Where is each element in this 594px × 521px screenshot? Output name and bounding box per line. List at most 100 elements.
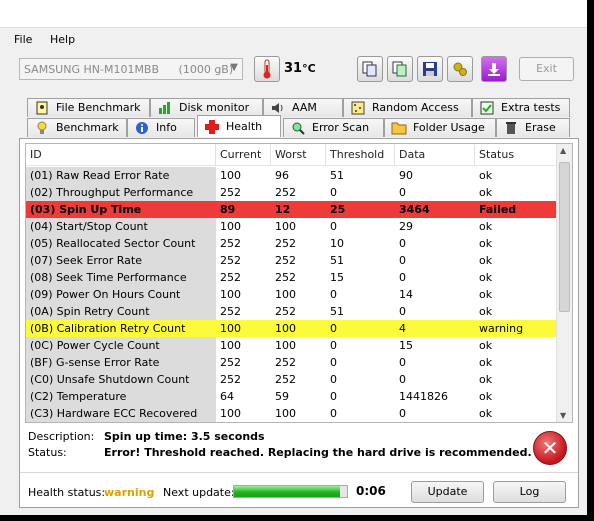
- table-cell: 252: [275, 373, 296, 386]
- table-cell: 252: [275, 356, 296, 369]
- download-arrow-icon: [488, 63, 500, 76]
- column-header-current[interactable]: Current: [216, 144, 271, 166]
- tab-error-scan[interactable]: Error Scan: [283, 118, 384, 137]
- table-cell: ok: [479, 220, 493, 233]
- table-header: ID Current Worst Threshold Data Status: [26, 144, 557, 166]
- table-row[interactable]: (0B) Calibration Retry Count 100 100 0 4 warn…: [26, 320, 557, 337]
- table-cell: 252: [275, 305, 296, 318]
- copy-text-button[interactable]: [357, 56, 383, 82]
- exit-button[interactable]: Exit: [519, 57, 574, 81]
- divider: [20, 472, 578, 473]
- table-cell: 14: [399, 288, 413, 301]
- info-icon: [134, 120, 150, 136]
- tab-label: Folder Usage: [413, 121, 485, 134]
- table-cell: 252: [220, 356, 241, 369]
- vertical-scrollbar[interactable]: ▲ ▼: [556, 144, 572, 422]
- next-update-progress: [233, 485, 348, 498]
- description-value: Spin up time: 3.5 seconds: [104, 430, 265, 443]
- scroll-up-icon[interactable]: ▲: [560, 146, 566, 155]
- table-cell: 0: [330, 220, 337, 233]
- progress-fill: [234, 486, 341, 497]
- table-cell: ok: [479, 305, 493, 318]
- table-cell: 0: [330, 339, 337, 352]
- column-header-threshold[interactable]: Threshold: [326, 144, 395, 166]
- description-label: Description:: [28, 430, 95, 443]
- table-cell: 100: [216, 320, 271, 337]
- table-cell: 252: [220, 186, 241, 199]
- scroll-thumb[interactable]: [559, 162, 570, 312]
- health-status-value: warning: [104, 486, 155, 499]
- menu-help[interactable]: Help: [50, 33, 75, 46]
- table-cell: (01) Raw Read Error Rate: [26, 167, 216, 184]
- table-row[interactable]: (03) Spin Up Time 89 12 25 3464 Failed: [26, 201, 557, 218]
- menu-file[interactable]: File: [14, 33, 32, 46]
- table-cell: (07) Seek Error Rate: [26, 252, 216, 269]
- table-cell: 64: [220, 390, 234, 403]
- tab-random-access[interactable]: Random Access: [343, 98, 472, 117]
- table-row[interactable]: (01) Raw Read Error Rate 100 96 51 90 ok: [26, 167, 557, 184]
- save-button[interactable]: [417, 56, 443, 82]
- table-cell: ok: [479, 271, 493, 284]
- tab-label: AAM: [292, 101, 317, 114]
- folder-icon: [391, 120, 407, 136]
- drive-name: SAMSUNG HN-M101MBB: [24, 63, 160, 76]
- table-cell: 15: [330, 271, 344, 284]
- table-cell: 51: [330, 305, 344, 318]
- update-button[interactable]: Update: [411, 481, 484, 503]
- table-row[interactable]: (04) Start/Stop Count 100 100 0 29 ok: [26, 218, 557, 235]
- health-status-label: Health status:: [28, 486, 106, 499]
- table-row[interactable]: (BF) G-sense Error Rate 252 252 0 0 ok: [26, 354, 557, 371]
- table-row[interactable]: (C3) Hardware ECC Recovered 100 100 0 0 ok: [26, 405, 557, 422]
- next-update-label: Next update:: [163, 486, 235, 499]
- tab-info[interactable]: Info: [127, 118, 195, 137]
- health-cross-icon: [204, 119, 220, 135]
- table-cell: 252: [275, 271, 296, 284]
- log-button[interactable]: Log: [493, 481, 566, 503]
- copy-screenshot-button[interactable]: [387, 56, 413, 82]
- status-label: Status:: [28, 446, 67, 459]
- table-row[interactable]: (05) Reallocated Sector Count 252 252 10 0 ok: [26, 235, 557, 252]
- copy-icon: [362, 61, 377, 77]
- gears-icon: [453, 62, 467, 76]
- table-cell: (0A) Spin Retry Count: [26, 303, 216, 320]
- table-row[interactable]: (07) Seek Error Rate 252 252 51 0 ok: [26, 252, 557, 269]
- column-header-worst[interactable]: Worst: [271, 144, 326, 166]
- tab-folder-usage[interactable]: Folder Usage: [384, 118, 496, 137]
- table-cell: (0C) Power Cycle Count: [26, 337, 216, 354]
- table-cell: 0: [399, 271, 406, 284]
- smart-table[interactable]: ID Current Worst Threshold Data Status (…: [25, 143, 573, 423]
- table-row[interactable]: (0C) Power Cycle Count 100 100 0 15 ok: [26, 337, 557, 354]
- column-header-status[interactable]: Status: [475, 144, 557, 166]
- table-cell: 0: [399, 356, 406, 369]
- download-button[interactable]: [481, 56, 507, 82]
- countdown: 0:06: [356, 484, 386, 498]
- table-row[interactable]: (C0) Unsafe Shutdown Count 252 252 0 0 ok: [26, 371, 557, 388]
- tab-extra-tests[interactable]: Extra tests: [472, 98, 570, 117]
- table-cell: ok: [479, 186, 493, 199]
- table-cell: ok: [479, 237, 493, 250]
- tab-label: Health: [226, 119, 263, 133]
- status-message: Error! Threshold reached. Replacing the …: [104, 446, 532, 459]
- tab-erase[interactable]: Erase: [496, 118, 570, 137]
- drive-select[interactable]: SAMSUNG HN-M101MBB (1000 gB) ▼: [19, 58, 243, 80]
- tab-file-benchmark[interactable]: File Benchmark: [27, 98, 150, 117]
- table-row[interactable]: (0A) Spin Retry Count 252 252 51 0 ok: [26, 303, 557, 320]
- scroll-down-icon[interactable]: ▼: [560, 411, 566, 420]
- options-button[interactable]: [447, 56, 473, 82]
- magnifier-icon: [290, 120, 306, 136]
- table-row[interactable]: (09) Power On Hours Count 100 100 0 14 ok: [26, 286, 557, 303]
- table-cell: 100: [275, 288, 296, 301]
- column-header-data[interactable]: Data: [395, 144, 475, 166]
- table-cell: (C3) Hardware ECC Recovered: [26, 405, 216, 422]
- tab-health[interactable]: Health: [197, 115, 281, 137]
- table-cell: 252: [220, 271, 241, 284]
- table-cell: (C2) Temperature: [26, 388, 216, 405]
- table-row[interactable]: (08) Seek Time Performance 252 252 15 0 ok: [26, 269, 557, 286]
- column-header-id[interactable]: ID: [26, 144, 216, 166]
- table-cell: ok: [479, 339, 493, 352]
- tab-benchmark[interactable]: Benchmark: [27, 118, 127, 137]
- table-row[interactable]: (C2) Temperature 64 59 0 1441826 ok: [26, 388, 557, 405]
- chevron-down-icon: ▼: [230, 62, 238, 73]
- table-cell: 51: [330, 169, 344, 182]
- table-row[interactable]: (02) Throughput Performance 252 252 0 0 ok: [26, 184, 557, 201]
